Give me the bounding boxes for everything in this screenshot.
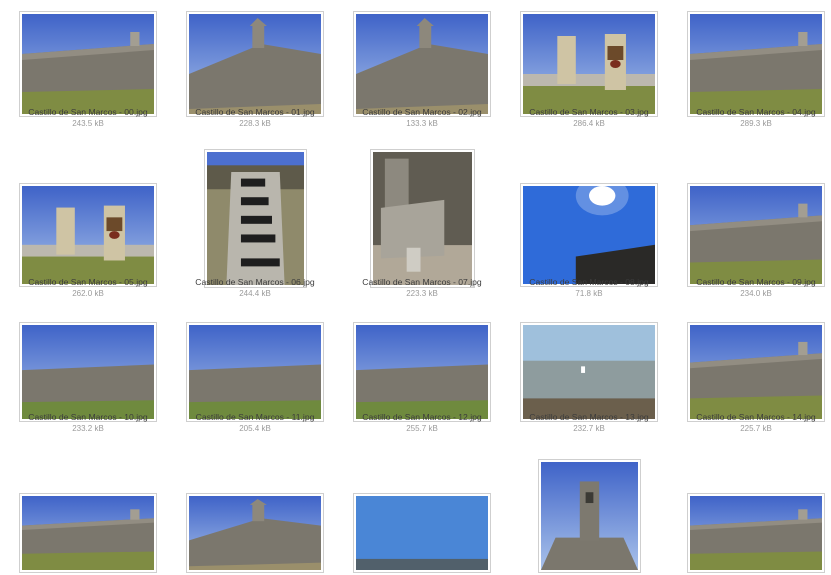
file-size-label: 233.2 kB	[72, 424, 104, 433]
photo-preview	[207, 152, 304, 285]
image-thumbnail[interactable]	[353, 11, 491, 117]
file-name-label: Castillo de San Marcos - 03.jpg	[529, 107, 649, 117]
file-name-label: Castillo de San Marcos - 02.jpg	[362, 107, 482, 117]
file-item[interactable]	[520, 445, 658, 575]
file-item[interactable]: Castillo de San Marcos - 05.jpg 262.0 kB	[19, 170, 157, 300]
file-item[interactable]: Castillo de San Marcos - 06.jpg 244.4 kB	[186, 149, 324, 300]
file-name-label: Castillo de San Marcos - 04.jpg	[696, 107, 816, 117]
photo-preview	[189, 14, 321, 114]
image-thumbnail[interactable]	[186, 322, 324, 422]
image-thumbnail[interactable]	[19, 322, 157, 422]
photo-preview	[690, 496, 822, 570]
photo-preview	[22, 496, 154, 570]
image-thumbnail[interactable]	[520, 11, 658, 117]
photo-preview	[541, 462, 638, 570]
image-thumbnail[interactable]	[19, 183, 157, 287]
file-item[interactable]: Castillo de San Marcos - 08.jpg 71.8 kB	[520, 170, 658, 300]
image-thumbnail[interactable]	[538, 459, 641, 573]
photo-preview	[356, 325, 488, 419]
file-name-label: Castillo de San Marcos - 11.jpg	[195, 412, 315, 422]
file-size-label: 223.3 kB	[406, 289, 438, 298]
file-size-label: 243.5 kB	[72, 119, 104, 128]
file-size-label: 286.4 kB	[573, 119, 605, 128]
image-thumbnail[interactable]	[687, 183, 825, 287]
file-name-label: Castillo de San Marcos - 00.jpg	[28, 107, 148, 117]
photo-preview	[356, 496, 488, 570]
photo-preview	[523, 325, 655, 419]
file-item[interactable]: Castillo de San Marcos - 09.jpg 234.0 kB	[687, 170, 825, 300]
file-size-label: 133.3 kB	[406, 119, 438, 128]
image-thumbnail[interactable]	[353, 322, 491, 422]
file-item[interactable]: Castillo de San Marcos - 04.jpg 289.3 kB	[687, 0, 825, 130]
image-thumbnail[interactable]	[520, 183, 658, 287]
file-item[interactable]: Castillo de San Marcos - 02.jpg 133.3 kB	[353, 0, 491, 130]
file-item[interactable]: Castillo de San Marcos - 13.jpg 232.7 kB	[520, 305, 658, 435]
image-thumbnail[interactable]	[353, 493, 491, 573]
file-item[interactable]: Castillo de San Marcos - 01.jpg 228.3 kB	[186, 0, 324, 130]
image-thumbnail[interactable]	[370, 149, 475, 288]
file-name-label: Castillo de San Marcos - 07.jpg	[362, 277, 482, 287]
file-item[interactable]	[353, 445, 491, 575]
file-size-label: 244.4 kB	[239, 289, 271, 298]
file-name-label: Castillo de San Marcos - 14.jpg	[696, 412, 816, 422]
file-item[interactable]: Castillo de San Marcos - 14.jpg 225.7 kB	[687, 305, 825, 435]
file-name-label: Castillo de San Marcos - 01.jpg	[195, 107, 315, 117]
file-name-label: Castillo de San Marcos - 10.jpg	[28, 412, 148, 422]
file-item[interactable]: Castillo de San Marcos - 07.jpg 223.3 kB	[353, 149, 491, 300]
photo-preview	[22, 14, 154, 114]
photo-preview	[690, 14, 822, 114]
file-size-label: 71.8 kB	[575, 289, 603, 298]
image-thumbnail[interactable]	[687, 493, 825, 573]
file-size-label: 228.3 kB	[239, 119, 271, 128]
file-size-label: 232.7 kB	[573, 424, 605, 433]
file-item[interactable]: Castillo de San Marcos - 12.jpg 255.7 kB	[353, 305, 491, 435]
photo-preview	[523, 14, 655, 114]
file-size-label: 262.0 kB	[72, 289, 104, 298]
image-thumbnail[interactable]	[19, 493, 157, 573]
file-item[interactable]	[19, 445, 157, 575]
file-item[interactable]: Castillo de San Marcos - 11.jpg 205.4 kB	[186, 305, 324, 435]
photo-preview	[22, 186, 154, 284]
file-item[interactable]: Castillo de San Marcos - 00.jpg 243.5 kB	[19, 0, 157, 130]
file-name-label: Castillo de San Marcos - 13.jpg	[529, 412, 649, 422]
file-name-label: Castillo de San Marcos - 08.jpg	[529, 277, 649, 287]
file-item[interactable]: Castillo de San Marcos - 03.jpg 286.4 kB	[520, 0, 658, 130]
file-size-label: 255.7 kB	[406, 424, 438, 433]
photo-preview	[189, 496, 321, 570]
image-thumbnail[interactable]	[520, 322, 658, 422]
file-item[interactable]: Castillo de San Marcos - 10.jpg 233.2 kB	[19, 305, 157, 435]
photo-preview	[22, 325, 154, 419]
file-name-label: Castillo de San Marcos - 12.jpg	[362, 412, 482, 422]
image-thumbnail[interactable]	[186, 11, 324, 117]
image-thumbnail[interactable]	[186, 493, 324, 573]
image-thumbnail[interactable]	[204, 149, 307, 288]
file-size-label: 205.4 kB	[239, 424, 271, 433]
image-thumbnail[interactable]	[19, 11, 157, 117]
image-thumbnail[interactable]	[687, 322, 825, 422]
file-size-label: 225.7 kB	[740, 424, 772, 433]
photo-preview	[373, 152, 472, 285]
file-name-label: Castillo de San Marcos - 05.jpg	[28, 277, 148, 287]
photo-preview	[690, 325, 822, 419]
file-name-label: Castillo de San Marcos - 06.jpg	[195, 277, 315, 287]
photo-preview	[523, 186, 655, 284]
photo-preview	[356, 14, 488, 114]
file-size-label: 234.0 kB	[740, 289, 772, 298]
file-item[interactable]	[687, 445, 825, 575]
image-thumbnail[interactable]	[687, 11, 825, 117]
file-item[interactable]	[186, 445, 324, 575]
photo-preview	[189, 325, 321, 419]
file-size-label: 289.3 kB	[740, 119, 772, 128]
file-name-label: Castillo de San Marcos - 09.jpg	[696, 277, 816, 287]
photo-preview	[690, 186, 822, 284]
